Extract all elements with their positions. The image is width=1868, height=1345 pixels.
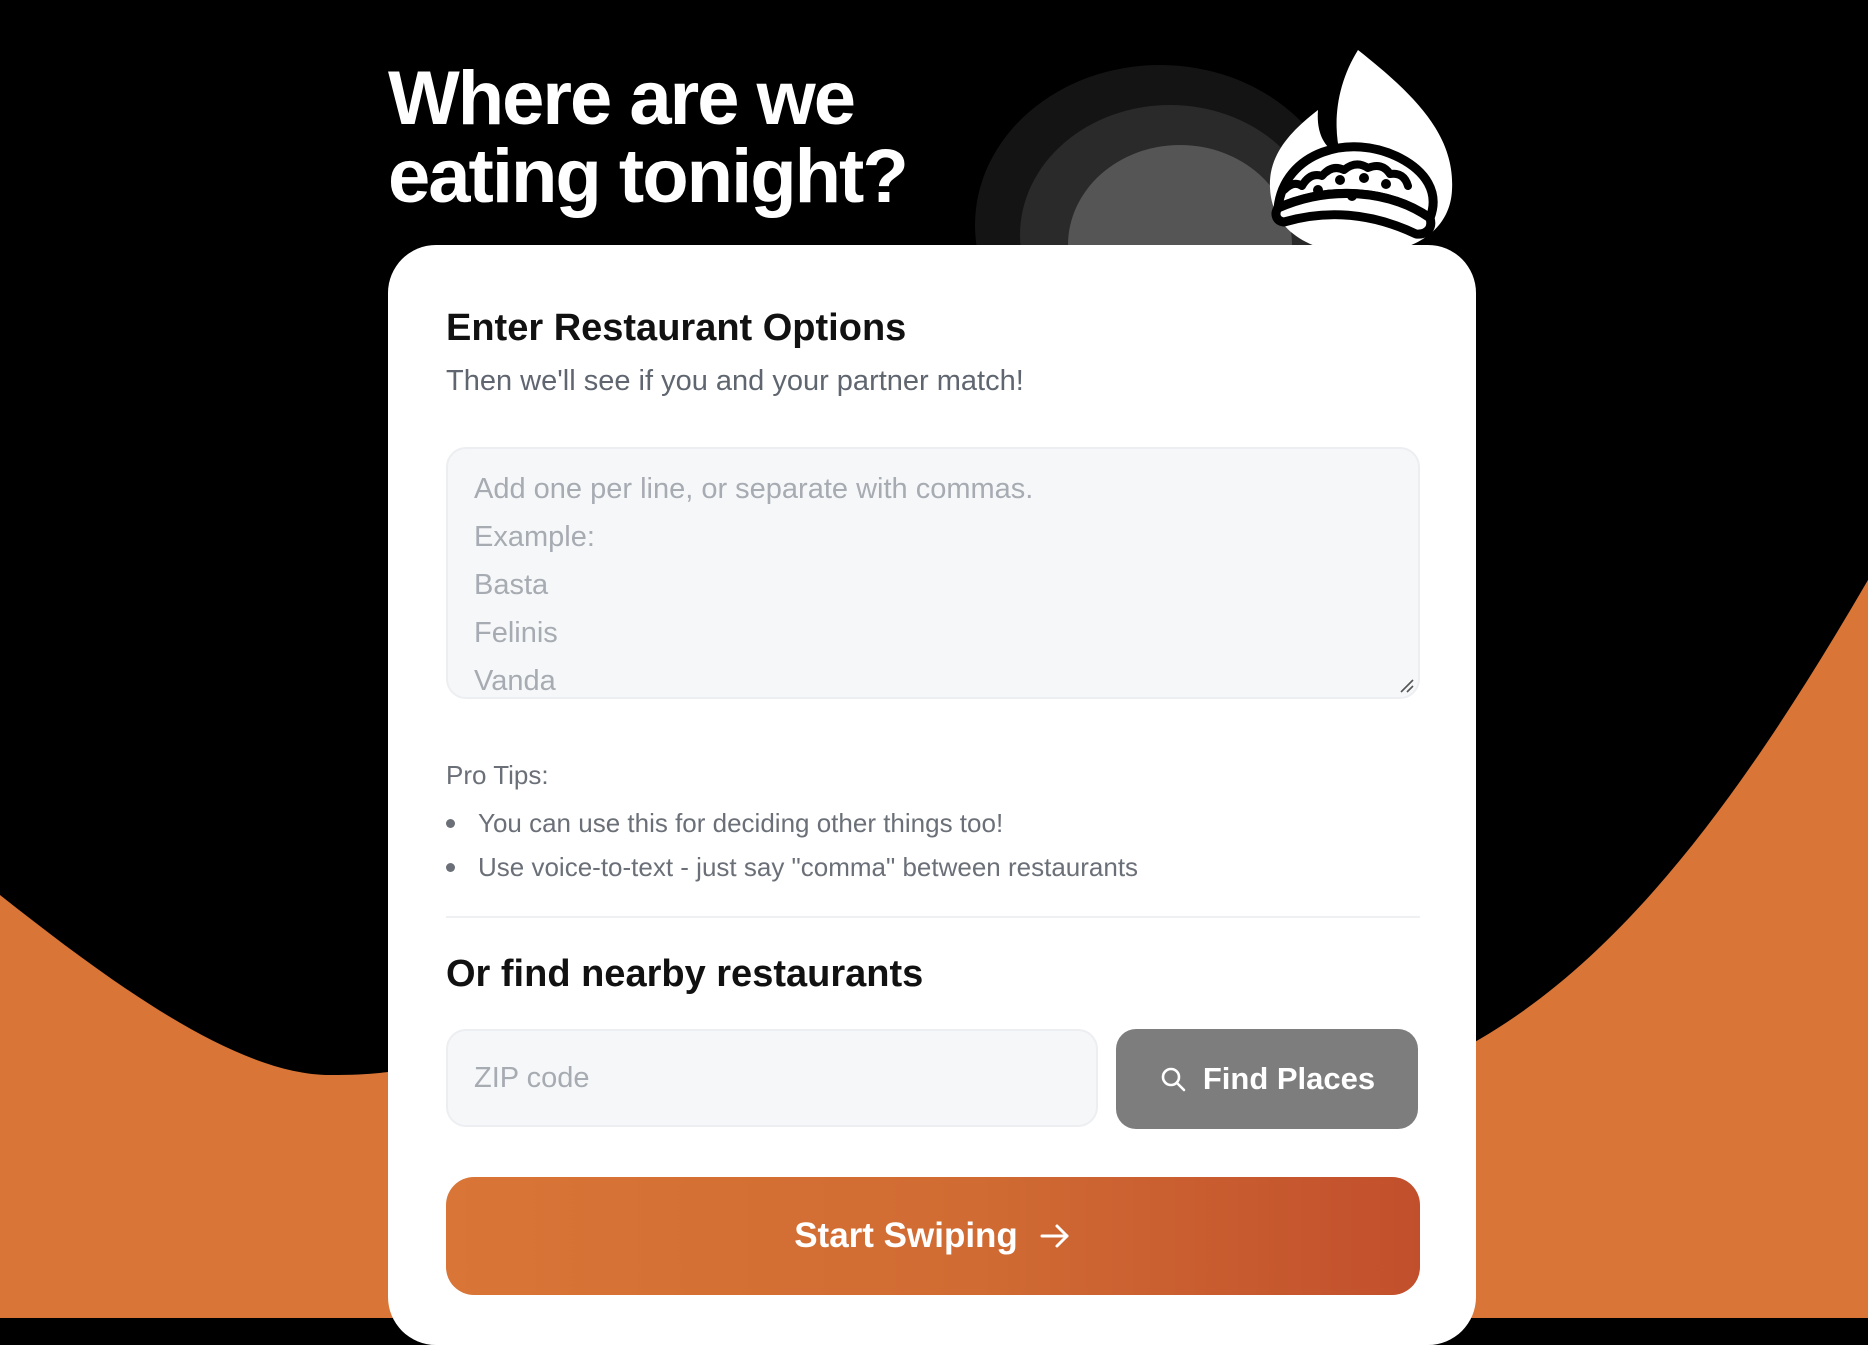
arrow-right-icon	[1040, 1224, 1069, 1248]
page-title-line-1: Where are we	[388, 56, 856, 141]
page-title: Where are we eating tonight?	[388, 56, 909, 219]
orange-wave-left	[0, 895, 420, 1318]
page-title-line-2: eating tonight?	[388, 134, 909, 219]
pro-tip-text: You can use this for deciding other thin…	[478, 808, 1004, 838]
pro-tips-list: You can use this for deciding other thin…	[446, 801, 1138, 889]
card-title: Enter Restaurant Options	[446, 307, 907, 349]
start-swiping-label: Start Swiping	[794, 1216, 1018, 1255]
orange-wave-right	[1440, 580, 1868, 1318]
resize-handle-icon[interactable]	[1398, 677, 1414, 693]
nearby-section-title: Or find nearby restaurants	[446, 953, 924, 995]
restaurant-options-card: Enter Restaurant Options Then we'll see …	[388, 245, 1476, 1345]
search-icon	[1161, 1067, 1186, 1092]
bullet-icon	[446, 863, 455, 872]
pro-tips-title: Pro Tips:	[446, 760, 549, 790]
card-subtitle: Then we'll see if you and your partner m…	[446, 365, 1024, 397]
find-places-label: Find Places	[1202, 1061, 1376, 1096]
section-divider	[446, 916, 1420, 918]
bullet-icon	[446, 819, 455, 828]
start-swiping-button[interactable]: Start Swiping	[446, 1177, 1420, 1295]
pro-tip-text: Use voice-to-text - just say "comma" bet…	[478, 852, 1139, 882]
find-places-button[interactable]: Find Places	[1116, 1029, 1418, 1129]
zip-code-input[interactable]	[446, 1029, 1098, 1127]
pro-tip-item: Use voice-to-text - just say "comma" bet…	[446, 845, 1138, 889]
pro-tip-item: You can use this for deciding other thin…	[446, 801, 1138, 845]
restaurant-options-textarea[interactable]	[446, 447, 1420, 699]
flaming-taco-icon	[1269, 50, 1453, 255]
